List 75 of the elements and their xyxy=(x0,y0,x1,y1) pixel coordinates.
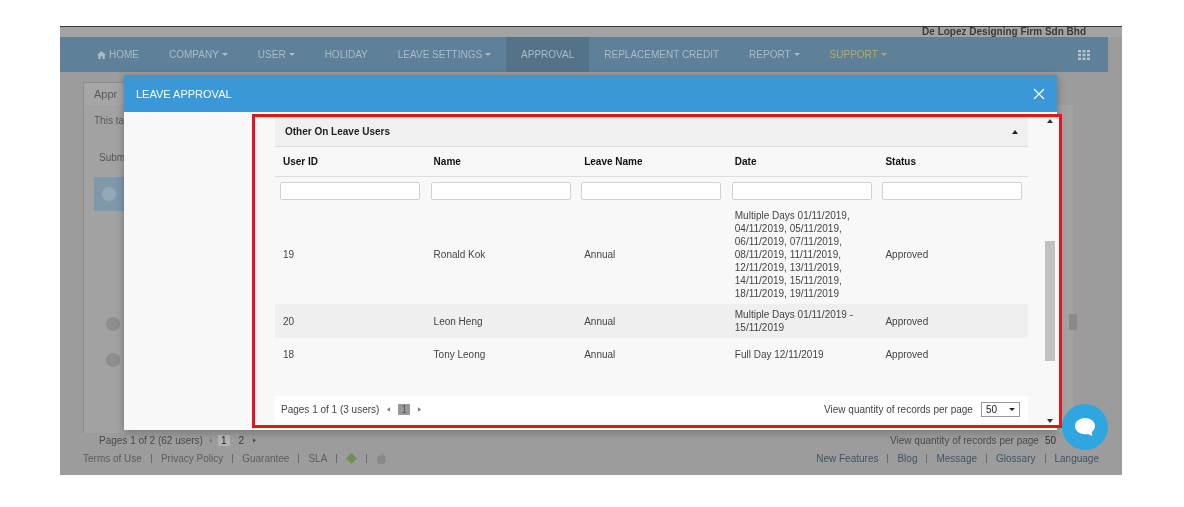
table-cell: Multiple Days 01/11/2019 - 15/11/2019 xyxy=(734,309,853,333)
filter-field[interactable] xyxy=(882,182,1023,200)
footer-link[interactable]: Guarantee xyxy=(242,452,290,464)
footer-link[interactable]: Privacy Policy xyxy=(160,452,224,464)
android-icon[interactable] xyxy=(346,452,358,464)
page-button[interactable]: 1 xyxy=(217,434,230,446)
table-cell: 18 xyxy=(283,348,295,360)
status-icon xyxy=(106,353,120,367)
filter-field[interactable] xyxy=(581,182,722,200)
footer-link[interactable]: Language xyxy=(1054,452,1099,464)
nav-item[interactable]: REPLACEMENT CREDIT xyxy=(589,37,735,72)
scrollbar[interactable] xyxy=(1045,117,1055,425)
filter-field[interactable] xyxy=(731,182,872,200)
footer-link[interactable]: Blog xyxy=(897,452,918,464)
table-cell: Leon Heng xyxy=(433,315,483,327)
column-header: Status xyxy=(884,156,917,167)
records-per-page-label: View quantity of records per page xyxy=(890,434,1039,446)
scrollbar[interactable] xyxy=(1069,314,1077,330)
records-per-page-select[interactable]: 50 xyxy=(980,402,1020,417)
close-icon[interactable] xyxy=(1033,87,1045,100)
page-button[interactable]: 2 xyxy=(235,434,248,446)
scroll-up-icon[interactable] xyxy=(1047,119,1053,123)
pagination-summary: Pages 1 of 1 (3 users) xyxy=(281,404,380,415)
next-icon[interactable] xyxy=(417,407,421,412)
records-per-page-select[interactable]: 50 xyxy=(1044,434,1056,446)
table-cell: Multiple Days 01/11/2019, 04/11/2019, 05/11/2019, 06/11/2019, 07/11/2019, 08/11/2019, 11/11/2019, 12/11/2019, 13/11/2019, 14/11/2019, 15/11/2019, 18/11/2019, 19/11/2019 xyxy=(734,210,850,299)
panel-header[interactable]: Other On Leave Users xyxy=(275,117,1028,147)
nav-item[interactable]: LEAVE SETTINGS xyxy=(382,37,507,72)
column-header: Name xyxy=(432,156,462,167)
footer-link[interactable]: Glossary xyxy=(996,452,1036,464)
caret-icon xyxy=(1009,408,1015,411)
filter-field[interactable] xyxy=(280,182,420,200)
footer-link[interactable]: Message xyxy=(936,452,978,464)
status-icon xyxy=(106,317,120,331)
table-cell: Ronald Kok xyxy=(433,249,486,260)
previous-icon[interactable] xyxy=(387,407,391,412)
panel-title: Other On Leave Users xyxy=(285,126,391,137)
nav-item[interactable]: SUPPORT xyxy=(814,37,902,72)
filter-field[interactable] xyxy=(430,182,571,200)
home-icon xyxy=(97,50,106,59)
pagination-summary: Pages 1 of 2 (62 users) xyxy=(99,434,203,446)
next-icon[interactable] xyxy=(253,437,257,443)
section-label: Subm xyxy=(99,152,126,163)
table-cell: Tony Leong xyxy=(433,348,486,360)
description-text: This ta xyxy=(94,115,124,126)
modal-title: LEAVE APPROVAL xyxy=(136,87,232,100)
nav-item[interactable]: REPORT xyxy=(734,37,815,72)
table-cell: Approved xyxy=(885,348,929,360)
nav-item[interactable]: HOME xyxy=(82,37,154,72)
grid-icon[interactable] xyxy=(1078,49,1090,60)
nav-item[interactable]: HOLIDAY xyxy=(309,37,383,72)
records-per-page-label: View quantity of records per page xyxy=(824,404,973,415)
column-header: Leave Name xyxy=(583,156,644,167)
nav-item[interactable]: APPROVAL xyxy=(506,37,590,72)
footer-link[interactable]: SLA xyxy=(308,452,328,464)
speech-bubble-icon xyxy=(1074,417,1096,437)
collapse-icon[interactable] xyxy=(1012,129,1018,134)
company-name: De Lopez Designing Firm Sdn Bhd xyxy=(922,27,1086,37)
footer-link[interactable]: New Features xyxy=(816,452,879,464)
nav-item[interactable]: COMPANY xyxy=(154,37,243,72)
scroll-down-icon[interactable] xyxy=(1047,419,1053,423)
nav-item[interactable]: USER xyxy=(242,37,310,72)
table-cell: 20 xyxy=(283,315,295,327)
footer-link[interactable]: Terms of Use xyxy=(83,452,142,464)
page-button[interactable]: 1 xyxy=(398,404,410,415)
table-cell: Full Day 12/11/2019 xyxy=(734,348,824,360)
table-cell: Annual xyxy=(584,315,616,327)
column-header: Date xyxy=(733,156,758,167)
table-cell: Annual xyxy=(584,348,616,360)
table-cell: 19 xyxy=(283,249,295,260)
table-cell: Approved xyxy=(885,315,929,327)
column-header: User ID xyxy=(282,156,319,167)
table-cell: Annual xyxy=(584,249,616,260)
chat-button[interactable] xyxy=(1062,404,1108,450)
table-cell: Approved xyxy=(885,249,929,260)
